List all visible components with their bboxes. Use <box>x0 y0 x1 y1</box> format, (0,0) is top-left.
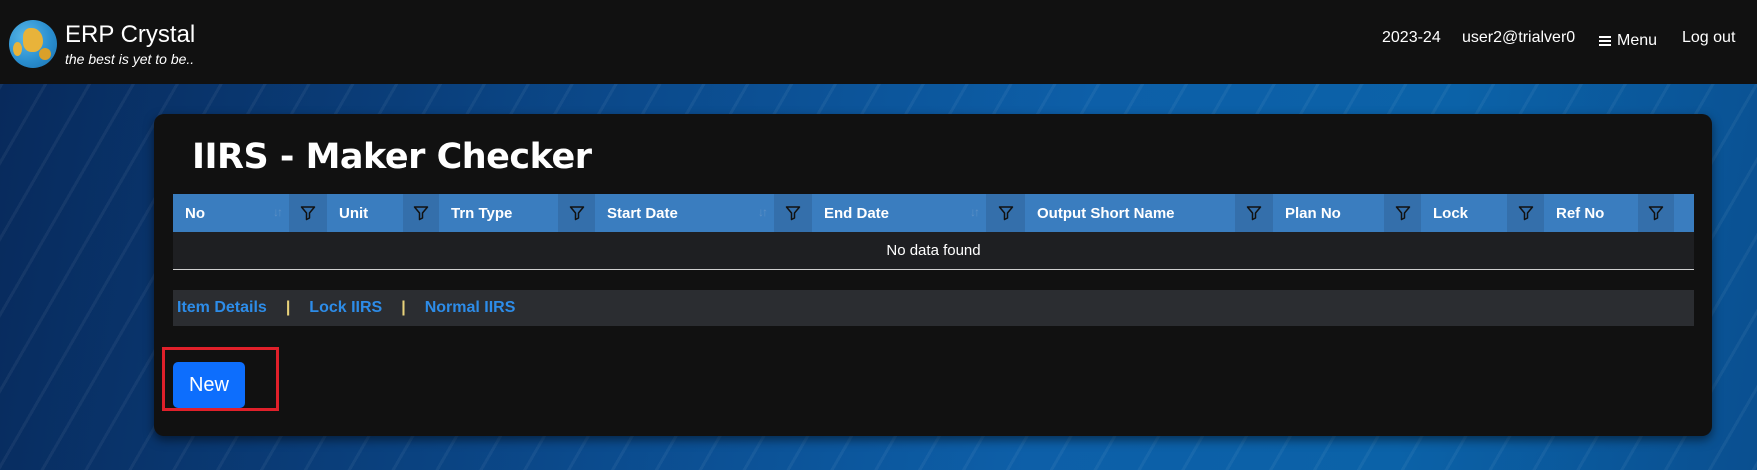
column-header-start-date[interactable]: Start Date ↓↑ <box>595 194 774 232</box>
globe-logo-icon[interactable] <box>9 20 57 68</box>
column-header-output-short-name[interactable]: Output Short Name <box>1025 194 1235 232</box>
menu-button[interactable]: Menu <box>1599 32 1657 50</box>
item-details-link[interactable]: Item Details <box>177 299 267 317</box>
table-header-row: No ↓↑ Unit Trn Type Start Date ↓↑ End Da… <box>173 194 1694 232</box>
sort-arrows-icon[interactable]: ↓↑ <box>273 205 283 219</box>
main-card: IIRS - Maker Checker No ↓↑ Unit Trn Type… <box>154 114 1712 436</box>
filter-button-ref-no[interactable] <box>1638 194 1674 232</box>
link-separator: | <box>401 299 406 316</box>
hamburger-icon <box>1599 36 1611 46</box>
logout-link[interactable]: Log out <box>1682 29 1735 47</box>
empty-table-message: No data found <box>173 232 1694 270</box>
column-label: Trn Type <box>451 204 513 222</box>
column-label: Output Short Name <box>1037 204 1175 222</box>
page-title: IIRS - Maker Checker <box>192 137 592 177</box>
funnel-icon <box>1648 206 1664 221</box>
sort-arrows-icon[interactable]: ↓↑ <box>970 205 980 219</box>
column-header-lock[interactable]: Lock <box>1421 194 1507 232</box>
filter-button-unit[interactable] <box>403 194 439 232</box>
column-label: Ref No <box>1556 204 1605 222</box>
funnel-icon <box>413 206 429 221</box>
funnel-icon <box>300 206 316 221</box>
column-label: No <box>185 204 205 222</box>
lock-iirs-link[interactable]: Lock IIRS <box>309 299 382 317</box>
new-button[interactable]: New <box>173 362 245 408</box>
column-header-ref-no[interactable]: Ref No <box>1544 194 1638 232</box>
filter-button-lock[interactable] <box>1507 194 1544 232</box>
filter-button-no[interactable] <box>289 194 327 232</box>
column-header-end-date[interactable]: End Date ↓↑ <box>812 194 986 232</box>
sort-arrows-icon[interactable]: ↓↑ <box>758 205 768 219</box>
filter-button-plan-no[interactable] <box>1384 194 1421 232</box>
filter-button-end-date[interactable] <box>986 194 1025 232</box>
funnel-icon <box>1246 206 1262 221</box>
column-header-trn-type[interactable]: Trn Type <box>439 194 558 232</box>
app-name[interactable]: ERP Crystal <box>65 21 195 49</box>
funnel-icon <box>569 206 584 221</box>
financial-year[interactable]: 2023-24 <box>1382 29 1441 47</box>
funnel-icon <box>998 206 1013 221</box>
column-header-unit[interactable]: Unit <box>327 194 403 232</box>
top-navbar: ERP Crystal the best is yet to be.. 2023… <box>0 0 1757 84</box>
link-separator: | <box>285 299 291 316</box>
filter-button-trn-type[interactable] <box>558 194 595 232</box>
app-tagline: the best is yet to be.. <box>65 51 195 67</box>
column-label: Unit <box>339 204 369 222</box>
funnel-icon <box>785 206 801 221</box>
column-label: End Date <box>824 204 890 222</box>
menu-label: Menu <box>1617 32 1658 49</box>
column-label: Lock <box>1433 204 1469 222</box>
filter-button-start-date[interactable] <box>774 194 812 232</box>
funnel-icon <box>1518 206 1533 221</box>
column-header-plan-no[interactable]: Plan No <box>1273 194 1384 232</box>
column-label: Start Date <box>607 204 678 222</box>
normal-iirs-link[interactable]: Normal IIRS <box>425 299 516 317</box>
column-label: Plan No <box>1285 204 1341 222</box>
column-header-no[interactable]: No ↓↑ <box>173 194 289 232</box>
link-bar: Item Details | Lock IIRS | Normal IIRS <box>173 290 1694 326</box>
funnel-icon <box>1395 206 1410 221</box>
filter-button-output-short-name[interactable] <box>1235 194 1273 232</box>
current-user[interactable]: user2@trialver0 <box>1462 29 1575 47</box>
